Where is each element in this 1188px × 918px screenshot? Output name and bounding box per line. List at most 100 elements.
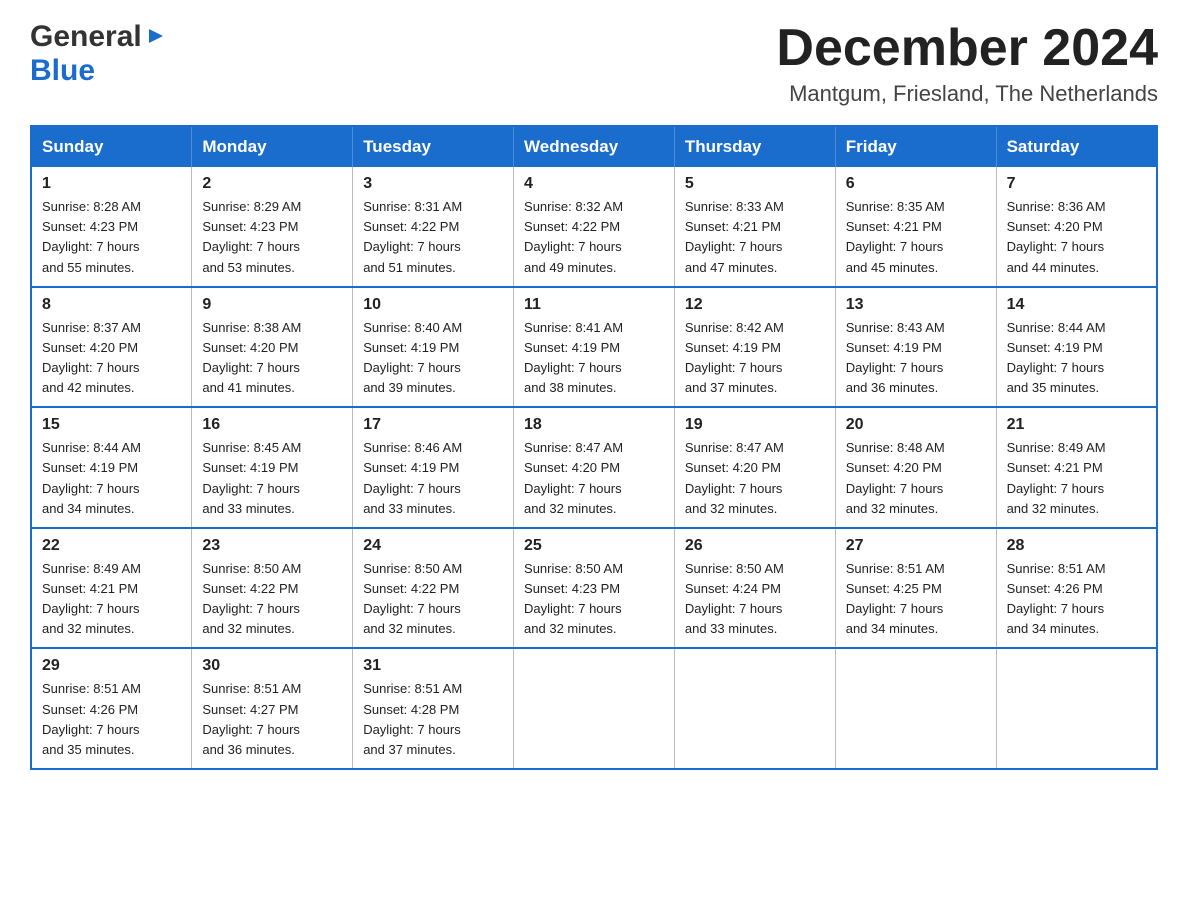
- day-info: Sunrise: 8:48 AM Sunset: 4:20 PM Dayligh…: [846, 438, 986, 519]
- table-row: 23 Sunrise: 8:50 AM Sunset: 4:22 PM Dayl…: [192, 528, 353, 649]
- table-row: [835, 648, 996, 769]
- day-info: Sunrise: 8:44 AM Sunset: 4:19 PM Dayligh…: [1007, 318, 1146, 399]
- logo: General Blue: [30, 20, 167, 88]
- table-row: 27 Sunrise: 8:51 AM Sunset: 4:25 PM Dayl…: [835, 528, 996, 649]
- location-subtitle: Mantgum, Friesland, The Netherlands: [776, 81, 1158, 107]
- day-info: Sunrise: 8:47 AM Sunset: 4:20 PM Dayligh…: [685, 438, 825, 519]
- day-info: Sunrise: 8:47 AM Sunset: 4:20 PM Dayligh…: [524, 438, 664, 519]
- table-row: 28 Sunrise: 8:51 AM Sunset: 4:26 PM Dayl…: [996, 528, 1157, 649]
- day-number: 20: [846, 416, 986, 434]
- table-row: 11 Sunrise: 8:41 AM Sunset: 4:19 PM Dayl…: [514, 287, 675, 408]
- table-row: 7 Sunrise: 8:36 AM Sunset: 4:20 PM Dayli…: [996, 167, 1157, 287]
- day-info: Sunrise: 8:51 AM Sunset: 4:26 PM Dayligh…: [1007, 559, 1146, 640]
- day-info: Sunrise: 8:28 AM Sunset: 4:23 PM Dayligh…: [42, 197, 181, 278]
- calendar-table: Sunday Monday Tuesday Wednesday Thursday…: [30, 125, 1158, 770]
- col-sunday: Sunday: [31, 126, 192, 167]
- day-number: 8: [42, 296, 181, 314]
- table-row: 26 Sunrise: 8:50 AM Sunset: 4:24 PM Dayl…: [674, 528, 835, 649]
- calendar-week-row: 1 Sunrise: 8:28 AM Sunset: 4:23 PM Dayli…: [31, 167, 1157, 287]
- table-row: 20 Sunrise: 8:48 AM Sunset: 4:20 PM Dayl…: [835, 407, 996, 528]
- day-number: 9: [202, 296, 342, 314]
- day-info: Sunrise: 8:50 AM Sunset: 4:22 PM Dayligh…: [363, 559, 503, 640]
- day-info: Sunrise: 8:40 AM Sunset: 4:19 PM Dayligh…: [363, 318, 503, 399]
- day-info: Sunrise: 8:42 AM Sunset: 4:19 PM Dayligh…: [685, 318, 825, 399]
- day-info: Sunrise: 8:35 AM Sunset: 4:21 PM Dayligh…: [846, 197, 986, 278]
- day-number: 4: [524, 175, 664, 193]
- table-row: 18 Sunrise: 8:47 AM Sunset: 4:20 PM Dayl…: [514, 407, 675, 528]
- table-row: 15 Sunrise: 8:44 AM Sunset: 4:19 PM Dayl…: [31, 407, 192, 528]
- day-number: 14: [1007, 296, 1146, 314]
- table-row: [674, 648, 835, 769]
- day-info: Sunrise: 8:49 AM Sunset: 4:21 PM Dayligh…: [1007, 438, 1146, 519]
- table-row: 9 Sunrise: 8:38 AM Sunset: 4:20 PM Dayli…: [192, 287, 353, 408]
- day-number: 2: [202, 175, 342, 193]
- table-row: 19 Sunrise: 8:47 AM Sunset: 4:20 PM Dayl…: [674, 407, 835, 528]
- day-info: Sunrise: 8:51 AM Sunset: 4:28 PM Dayligh…: [363, 679, 503, 760]
- col-monday: Monday: [192, 126, 353, 167]
- day-info: Sunrise: 8:50 AM Sunset: 4:23 PM Dayligh…: [524, 559, 664, 640]
- logo-blue-text: Blue: [30, 54, 95, 87]
- day-info: Sunrise: 8:29 AM Sunset: 4:23 PM Dayligh…: [202, 197, 342, 278]
- day-info: Sunrise: 8:51 AM Sunset: 4:26 PM Dayligh…: [42, 679, 181, 760]
- day-number: 31: [363, 657, 503, 675]
- table-row: 14 Sunrise: 8:44 AM Sunset: 4:19 PM Dayl…: [996, 287, 1157, 408]
- day-number: 11: [524, 296, 664, 314]
- day-number: 27: [846, 537, 986, 555]
- day-number: 6: [846, 175, 986, 193]
- day-number: 19: [685, 416, 825, 434]
- table-row: 8 Sunrise: 8:37 AM Sunset: 4:20 PM Dayli…: [31, 287, 192, 408]
- day-info: Sunrise: 8:51 AM Sunset: 4:27 PM Dayligh…: [202, 679, 342, 760]
- day-info: Sunrise: 8:37 AM Sunset: 4:20 PM Dayligh…: [42, 318, 181, 399]
- day-number: 12: [685, 296, 825, 314]
- day-number: 29: [42, 657, 181, 675]
- day-number: 26: [685, 537, 825, 555]
- calendar-week-row: 29 Sunrise: 8:51 AM Sunset: 4:26 PM Dayl…: [31, 648, 1157, 769]
- logo-arrow-icon: [145, 25, 167, 47]
- day-number: 3: [363, 175, 503, 193]
- day-number: 17: [363, 416, 503, 434]
- table-row: 1 Sunrise: 8:28 AM Sunset: 4:23 PM Dayli…: [31, 167, 192, 287]
- table-row: 10 Sunrise: 8:40 AM Sunset: 4:19 PM Dayl…: [353, 287, 514, 408]
- table-row: 6 Sunrise: 8:35 AM Sunset: 4:21 PM Dayli…: [835, 167, 996, 287]
- table-row: [514, 648, 675, 769]
- day-info: Sunrise: 8:50 AM Sunset: 4:22 PM Dayligh…: [202, 559, 342, 640]
- table-row: [996, 648, 1157, 769]
- table-row: 30 Sunrise: 8:51 AM Sunset: 4:27 PM Dayl…: [192, 648, 353, 769]
- col-saturday: Saturday: [996, 126, 1157, 167]
- table-row: 22 Sunrise: 8:49 AM Sunset: 4:21 PM Dayl…: [31, 528, 192, 649]
- day-info: Sunrise: 8:45 AM Sunset: 4:19 PM Dayligh…: [202, 438, 342, 519]
- table-row: 13 Sunrise: 8:43 AM Sunset: 4:19 PM Dayl…: [835, 287, 996, 408]
- day-info: Sunrise: 8:38 AM Sunset: 4:20 PM Dayligh…: [202, 318, 342, 399]
- month-title: December 2024: [776, 20, 1158, 77]
- day-number: 18: [524, 416, 664, 434]
- day-info: Sunrise: 8:44 AM Sunset: 4:19 PM Dayligh…: [42, 438, 181, 519]
- col-wednesday: Wednesday: [514, 126, 675, 167]
- calendar-week-row: 15 Sunrise: 8:44 AM Sunset: 4:19 PM Dayl…: [31, 407, 1157, 528]
- day-info: Sunrise: 8:33 AM Sunset: 4:21 PM Dayligh…: [685, 197, 825, 278]
- table-row: 31 Sunrise: 8:51 AM Sunset: 4:28 PM Dayl…: [353, 648, 514, 769]
- day-info: Sunrise: 8:43 AM Sunset: 4:19 PM Dayligh…: [846, 318, 986, 399]
- day-info: Sunrise: 8:41 AM Sunset: 4:19 PM Dayligh…: [524, 318, 664, 399]
- calendar-header-row: Sunday Monday Tuesday Wednesday Thursday…: [31, 126, 1157, 167]
- table-row: 16 Sunrise: 8:45 AM Sunset: 4:19 PM Dayl…: [192, 407, 353, 528]
- calendar-week-row: 8 Sunrise: 8:37 AM Sunset: 4:20 PM Dayli…: [31, 287, 1157, 408]
- day-number: 15: [42, 416, 181, 434]
- table-row: 12 Sunrise: 8:42 AM Sunset: 4:19 PM Dayl…: [674, 287, 835, 408]
- table-row: 21 Sunrise: 8:49 AM Sunset: 4:21 PM Dayl…: [996, 407, 1157, 528]
- table-row: 3 Sunrise: 8:31 AM Sunset: 4:22 PM Dayli…: [353, 167, 514, 287]
- calendar-week-row: 22 Sunrise: 8:49 AM Sunset: 4:21 PM Dayl…: [31, 528, 1157, 649]
- day-info: Sunrise: 8:49 AM Sunset: 4:21 PM Dayligh…: [42, 559, 181, 640]
- day-number: 16: [202, 416, 342, 434]
- day-info: Sunrise: 8:46 AM Sunset: 4:19 PM Dayligh…: [363, 438, 503, 519]
- table-row: 24 Sunrise: 8:50 AM Sunset: 4:22 PM Dayl…: [353, 528, 514, 649]
- day-number: 23: [202, 537, 342, 555]
- col-thursday: Thursday: [674, 126, 835, 167]
- day-number: 7: [1007, 175, 1146, 193]
- page-header: General Blue December 2024 Mantgum, Frie…: [30, 20, 1158, 107]
- table-row: 2 Sunrise: 8:29 AM Sunset: 4:23 PM Dayli…: [192, 167, 353, 287]
- day-info: Sunrise: 8:36 AM Sunset: 4:20 PM Dayligh…: [1007, 197, 1146, 278]
- day-number: 22: [42, 537, 181, 555]
- day-info: Sunrise: 8:31 AM Sunset: 4:22 PM Dayligh…: [363, 197, 503, 278]
- table-row: 4 Sunrise: 8:32 AM Sunset: 4:22 PM Dayli…: [514, 167, 675, 287]
- col-tuesday: Tuesday: [353, 126, 514, 167]
